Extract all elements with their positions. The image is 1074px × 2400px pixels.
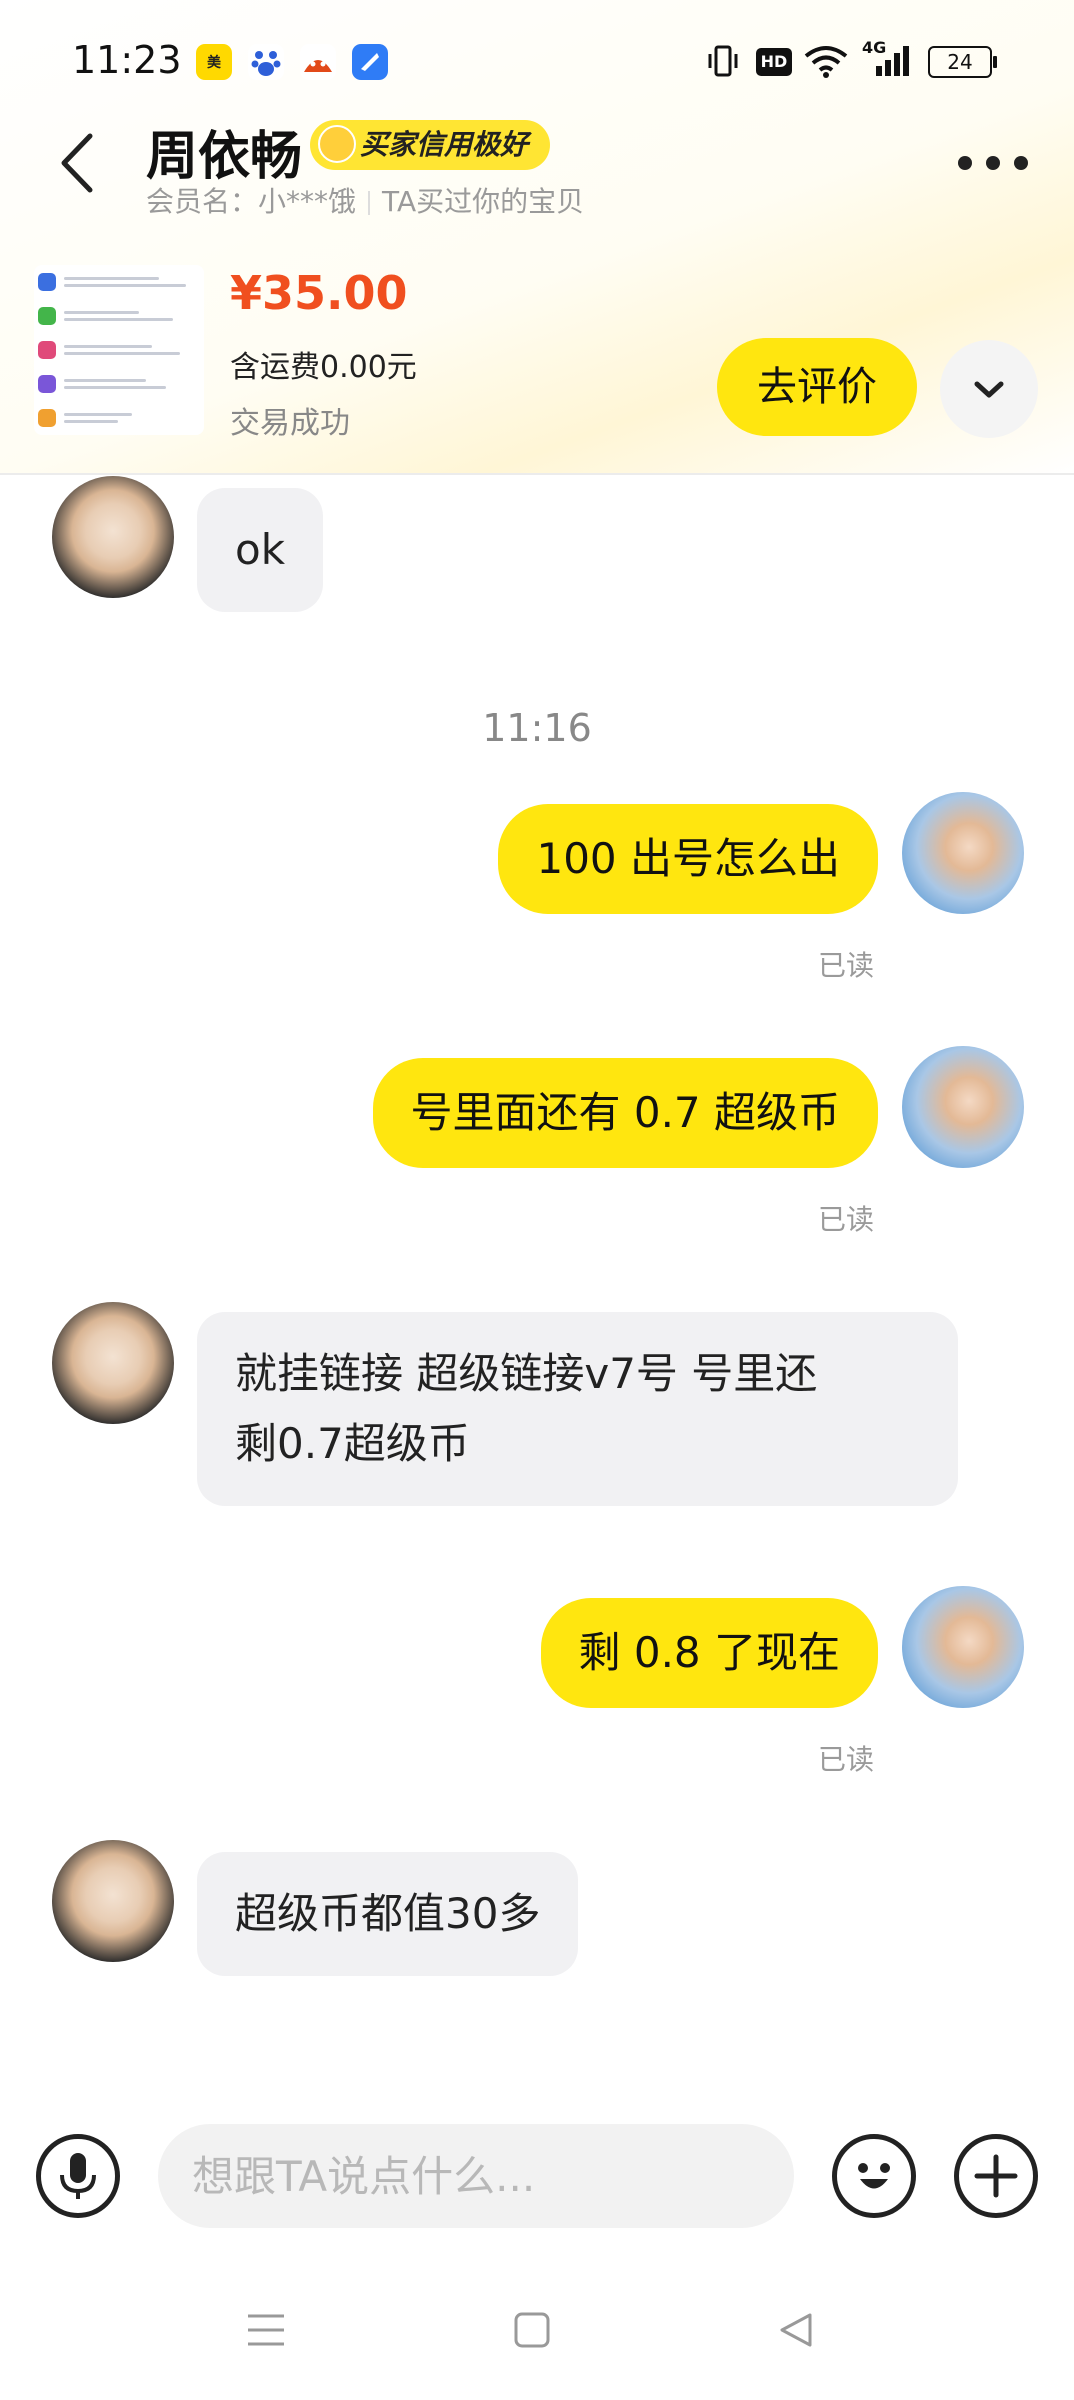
meituan-icon: 美 xyxy=(196,44,232,80)
message-line: 剩0.7超级币 xyxy=(235,1419,470,1468)
status-time: 11:23 xyxy=(72,38,182,82)
wifi-icon xyxy=(804,44,848,84)
read-receipt: 已读 xyxy=(818,949,875,982)
home-nav-button[interactable] xyxy=(512,2310,552,2354)
contact-name: 周依畅 xyxy=(146,127,303,187)
contact-avatar[interactable] xyxy=(52,1840,174,1962)
message-input[interactable] xyxy=(158,2124,794,2228)
back-button[interactable] xyxy=(52,128,102,198)
read-receipt: 已读 xyxy=(818,1743,875,1776)
trade-status: 交易成功 xyxy=(230,406,350,441)
chevron-down-icon xyxy=(974,381,1004,398)
message-bubble-received: ok xyxy=(197,488,324,612)
my-avatar[interactable] xyxy=(902,792,1024,914)
member-name: 会员名：小***饿 xyxy=(146,185,357,218)
more-actions-button[interactable] xyxy=(954,2134,1038,2218)
collapse-button[interactable] xyxy=(940,340,1038,438)
credit-badge: 买家信用极好 xyxy=(310,120,551,170)
review-button[interactable]: 去评价 xyxy=(717,338,917,436)
header-divider xyxy=(0,473,1074,475)
my-avatar[interactable] xyxy=(902,1046,1024,1168)
back-nav-button[interactable] xyxy=(776,2310,816,2354)
battery-indicator: 24 xyxy=(928,46,992,78)
shipping-fee: 含运费0.00元 xyxy=(230,350,417,385)
read-receipt: 已读 xyxy=(818,1203,875,1236)
back-triangle-icon xyxy=(780,2313,812,2347)
message-bubble-received: 超级币都值30多 xyxy=(197,1852,579,1976)
dot-icon xyxy=(958,156,972,170)
emoji-icon xyxy=(858,2163,890,2189)
plus-icon xyxy=(974,2154,1018,2198)
voice-input-button[interactable] xyxy=(36,2134,120,2218)
message-bubble-sent: 100 出号怎么出 xyxy=(498,804,878,914)
signal-icon xyxy=(862,44,910,86)
contact-avatar[interactable] xyxy=(52,476,174,598)
game-icon xyxy=(300,44,336,80)
vibrate-icon xyxy=(706,44,740,84)
message-bubble-received: 就挂链接 超级链接v7号 号里还 剩0.7超级币 xyxy=(197,1312,958,1506)
back-arrow-icon xyxy=(61,133,93,193)
more-options-button[interactable] xyxy=(958,148,1028,178)
home-icon xyxy=(514,2312,550,2348)
menu-icon xyxy=(248,2314,284,2346)
message-line: 就挂链接 超级链接v7号 号里还 xyxy=(235,1349,818,1398)
emoji-button[interactable] xyxy=(832,2134,916,2218)
baidu-icon xyxy=(248,44,284,80)
dot-icon xyxy=(1014,156,1028,170)
dot-icon xyxy=(986,156,1000,170)
credit-badge-label: 买家信用极好 xyxy=(360,128,529,161)
contact-avatar[interactable] xyxy=(52,1302,174,1424)
message-timestamp: 11:16 xyxy=(482,706,592,750)
smile-icon xyxy=(318,125,356,163)
subtitle-divider xyxy=(368,191,371,215)
message-bubble-sent: 剩 0.8 了现在 xyxy=(540,1598,878,1708)
message-bubble-sent: 号里面还有 0.7 超级币 xyxy=(372,1058,878,1168)
microphone-icon xyxy=(60,2153,96,2199)
contact-subtitle: 会员名：小***饿 TA买过你的宝贝 xyxy=(146,180,584,220)
product-price: ¥35.00 xyxy=(230,266,408,320)
purchase-note: TA买过你的宝贝 xyxy=(382,185,585,218)
hd-icon: HD xyxy=(756,48,792,76)
battery-tip xyxy=(993,56,997,68)
menu-nav-button[interactable] xyxy=(244,2310,288,2354)
battery-level: 24 xyxy=(947,50,973,74)
browser-icon xyxy=(352,44,388,80)
my-avatar[interactable] xyxy=(902,1586,1024,1708)
product-thumbnail[interactable] xyxy=(34,265,204,435)
